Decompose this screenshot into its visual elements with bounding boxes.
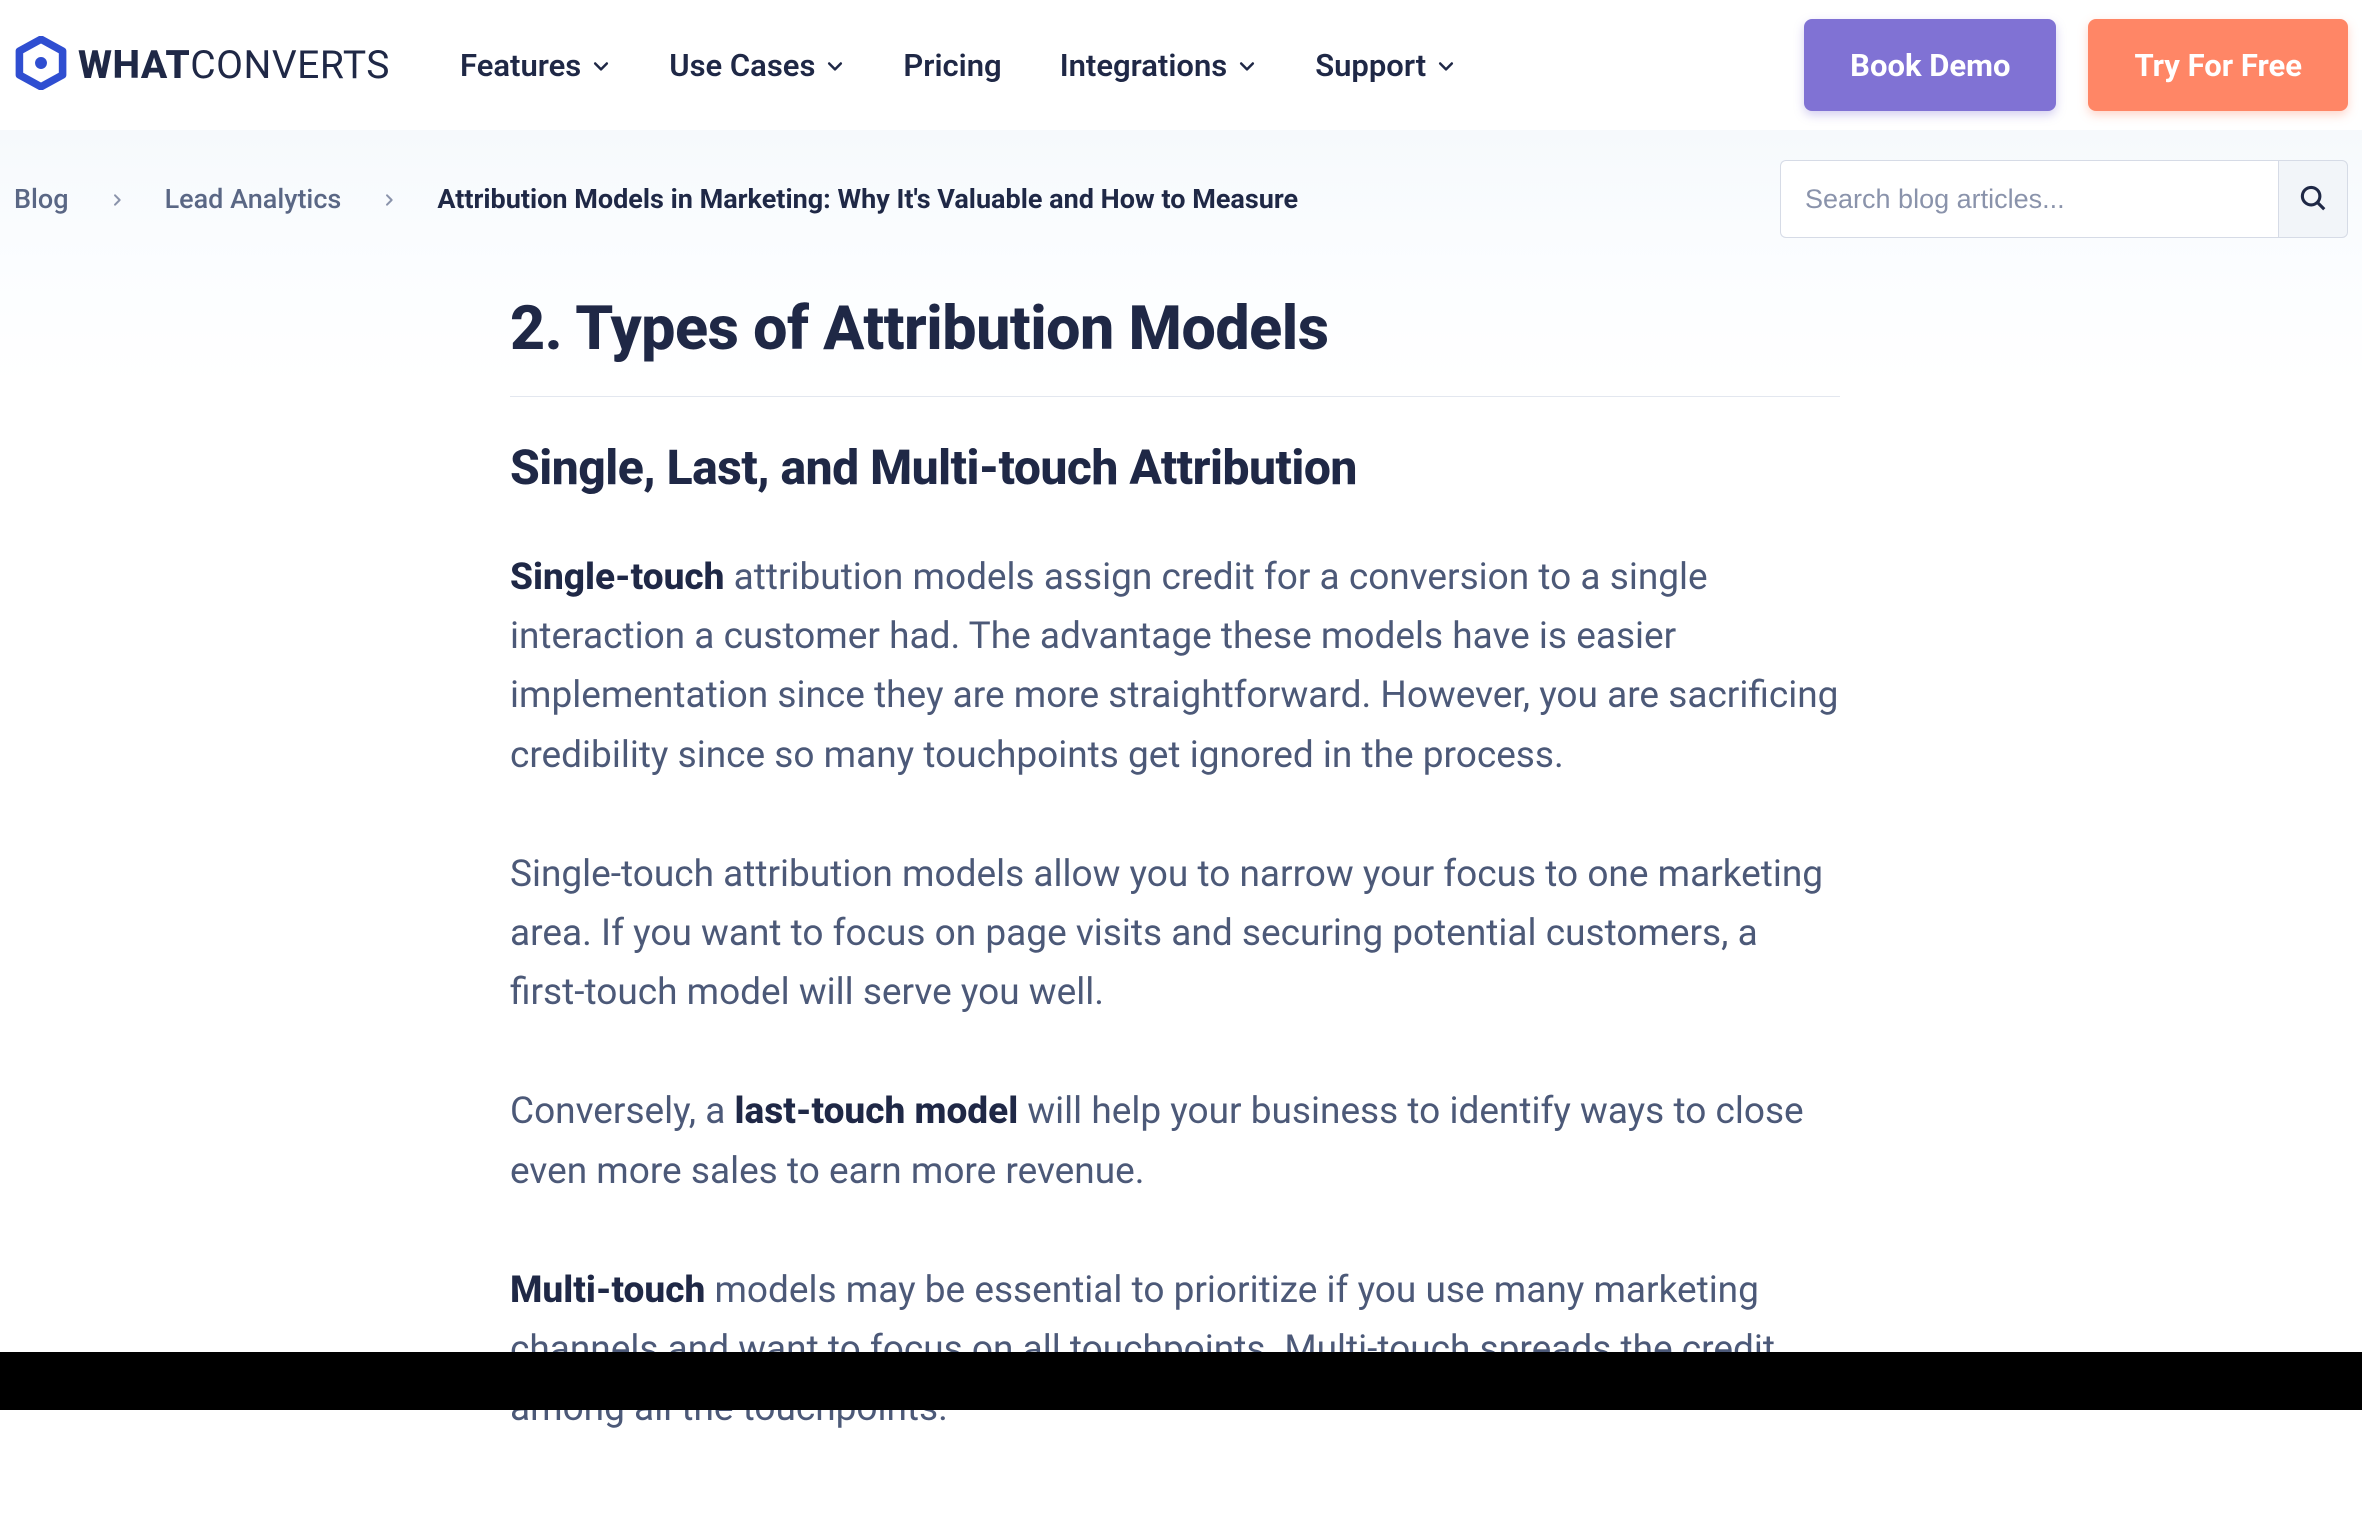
paragraph: Multi-touch models may be essential to p… [510, 1261, 1840, 1439]
search-icon [2298, 183, 2328, 216]
breadcrumb-blog[interactable]: Blog [14, 183, 69, 215]
nav-label: Support [1315, 47, 1426, 84]
sub-header: Blog Lead Analytics Attribution Models i… [0, 130, 2362, 264]
nav-support[interactable]: Support [1315, 47, 1456, 84]
nav-use-cases[interactable]: Use Cases [669, 47, 845, 84]
bottom-black-bar [0, 1352, 2362, 1410]
bold-term: Multi-touch [510, 1269, 705, 1312]
top-nav: WHATCONVERTS Features Use Cases Pricing … [0, 0, 2362, 130]
chevron-down-icon [825, 47, 845, 84]
bold-term: Single-touch [510, 556, 724, 599]
logo-icon [14, 36, 68, 94]
paragraph: Single-touch attribution models allow yo… [510, 845, 1840, 1023]
search-button[interactable] [2278, 160, 2348, 238]
article-body: 2. Types of Attribution Models Single, L… [510, 264, 1840, 1538]
section-divider [510, 396, 1840, 397]
nav-features[interactable]: Features [460, 47, 611, 84]
paragraph: Single-touch attribution models assign c… [510, 548, 1840, 785]
subsection-heading: Single, Last, and Multi-touch Attributio… [510, 439, 1840, 496]
paragraph: Conversely, a last-touch model will help… [510, 1082, 1840, 1200]
search-form [1780, 160, 2348, 238]
chevron-right-icon [109, 183, 125, 215]
chevron-right-icon [381, 183, 397, 215]
nav-label: Pricing [903, 47, 1001, 84]
book-demo-button[interactable]: Book Demo [1804, 19, 2056, 111]
paragraph-text: Conversely, a [510, 1090, 735, 1133]
section-heading: 2. Types of Attribution Models [510, 292, 1840, 364]
breadcrumb: Blog Lead Analytics Attribution Models i… [14, 183, 1298, 215]
primary-nav: Features Use Cases Pricing Integrations … [460, 47, 1456, 84]
try-for-free-button[interactable]: Try For Free [2088, 19, 2348, 111]
chevron-down-icon [1237, 47, 1257, 84]
breadcrumb-category[interactable]: Lead Analytics [165, 183, 342, 215]
nav-pricing[interactable]: Pricing [903, 47, 1001, 84]
nav-label: Integrations [1060, 47, 1228, 84]
logo-text: WHATCONVERTS [78, 42, 390, 88]
nav-label: Use Cases [669, 47, 815, 84]
nav-integrations[interactable]: Integrations [1060, 47, 1258, 84]
chevron-down-icon [591, 47, 611, 84]
breadcrumb-current: Attribution Models in Marketing: Why It'… [437, 183, 1298, 215]
logo-link[interactable]: WHATCONVERTS [14, 36, 390, 94]
nav-label: Features [460, 47, 581, 84]
content-area: 2. Types of Attribution Models Single, L… [0, 264, 2362, 1538]
search-input[interactable] [1780, 160, 2278, 238]
bold-term: last-touch model [735, 1090, 1019, 1133]
chevron-down-icon [1436, 47, 1456, 84]
